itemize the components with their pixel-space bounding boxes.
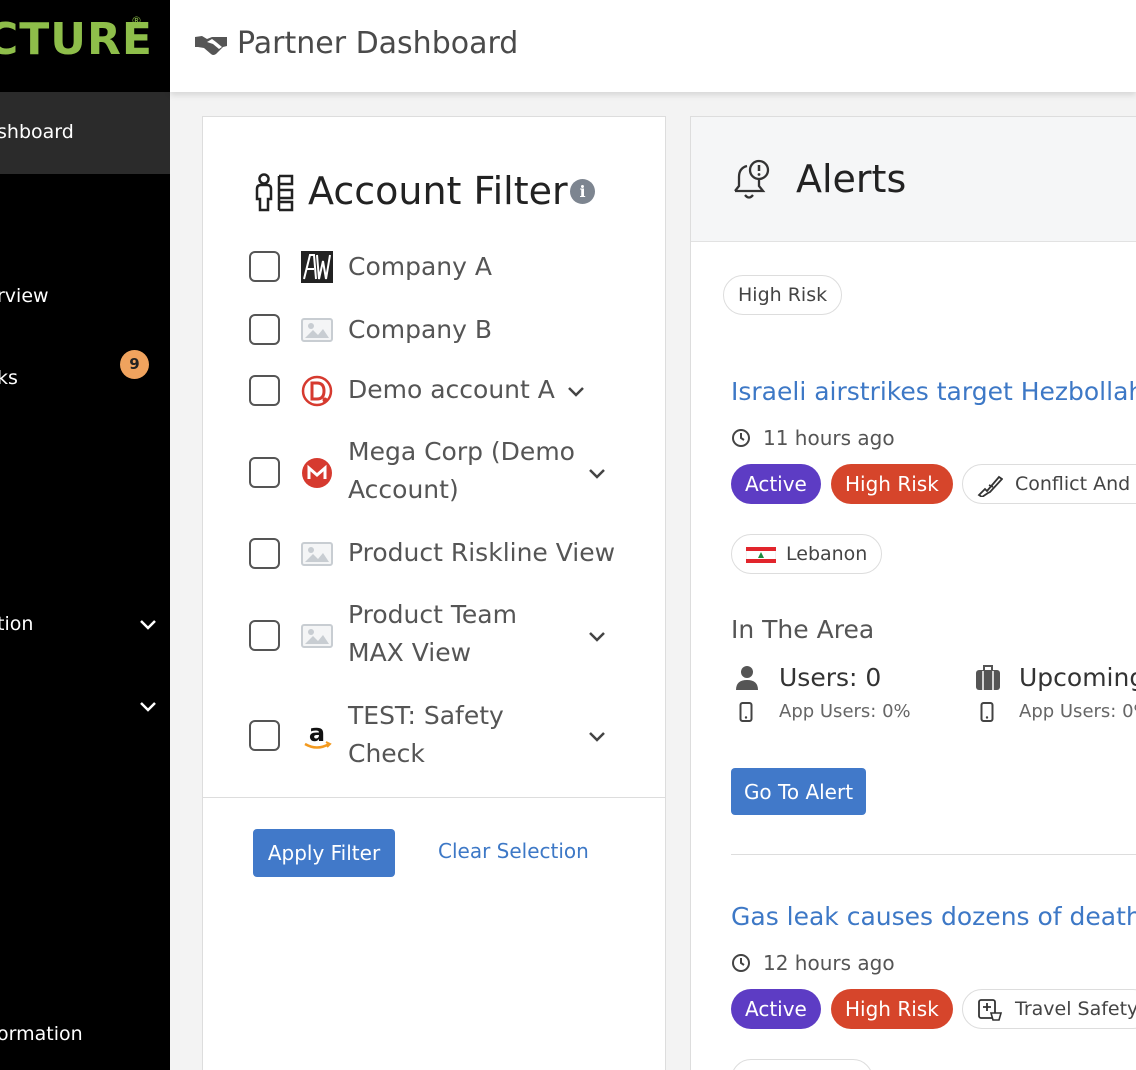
travel-safety-icon <box>978 999 1003 1021</box>
status-badge: Active <box>731 464 821 504</box>
alerts-panel: Alerts High Risk Israeli airstrikes targ… <box>690 116 1136 1070</box>
country-label: Lebanon <box>786 543 868 565</box>
alert-time: 11 hours ago <box>763 426 895 450</box>
clock-icon <box>732 429 750 447</box>
account-filter-panel: Account Filter i Company A Company B Dem… <box>202 116 666 1070</box>
amazon-logo: a <box>304 720 332 749</box>
alerts-title: Alerts <box>796 157 907 201</box>
risk-badge: High Risk <box>831 464 953 504</box>
handshake-icon <box>195 36 227 55</box>
account-checkbox[interactable] <box>249 720 280 751</box>
account-label: Product Team MAX View <box>348 600 517 667</box>
rifle-icon <box>977 475 1003 497</box>
account-item-company-a[interactable]: Company A <box>249 248 649 286</box>
account-label: Company B <box>348 315 493 344</box>
country-pill <box>731 1059 873 1070</box>
risk-badge: High Risk <box>831 989 953 1029</box>
sidebar-item-label: shboard <box>0 121 74 143</box>
filter-divider <box>203 797 665 798</box>
image-placeholder-icon <box>301 542 333 566</box>
sidebar-item-location[interactable]: tion <box>0 613 33 635</box>
aw-logo <box>301 251 333 283</box>
chevron-down-icon[interactable] <box>137 695 159 717</box>
account-item-product-riskline-view[interactable]: Product Riskline View <box>249 534 649 572</box>
info-icon[interactable]: i <box>570 179 595 204</box>
apply-filter-button[interactable]: Apply Filter <box>253 829 395 877</box>
chevron-down-icon[interactable] <box>565 380 587 402</box>
account-hierarchy-icon <box>255 173 294 212</box>
chevron-down-icon[interactable] <box>586 725 608 747</box>
alerts-header: Alerts <box>691 117 1136 242</box>
account-item-demo-account-a[interactable]: Demo account A <box>249 371 649 409</box>
category-label: Travel Safety <box>1015 998 1136 1020</box>
account-label: Company A <box>348 252 492 281</box>
sidebar: CTURE ® shboard rview ks 9 tion ormation <box>0 0 170 1070</box>
alert-time-row: 12 hours ago <box>731 951 895 975</box>
account-item-test-safety-check[interactable]: a TEST: Safety Check <box>249 697 649 775</box>
lebanon-flag-icon <box>746 547 776 563</box>
account-checkbox[interactable] <box>249 538 280 569</box>
registered-mark: ® <box>131 14 142 27</box>
top-header: Partner Dashboard <box>170 0 1136 92</box>
alert-title-link[interactable]: Gas leak causes dozens of deaths <box>731 902 1136 931</box>
category-pill: Conflict And T <box>962 464 1136 504</box>
notification-count-badge: 9 <box>120 350 149 379</box>
clock-icon <box>732 954 750 972</box>
account-label: TEST: Safety Check <box>348 701 504 768</box>
account-checkbox[interactable] <box>249 251 280 282</box>
chevron-down-icon[interactable] <box>586 462 608 484</box>
image-placeholder-icon <box>301 318 333 342</box>
account-label: Demo account A <box>348 375 555 404</box>
alert-divider <box>731 854 1136 855</box>
bell-alert-icon <box>734 159 770 199</box>
upcoming-app-percent: App Users: 0% <box>1019 701 1136 722</box>
users-app-percent: App Users: 0% <box>779 701 911 722</box>
status-badge: Active <box>731 989 821 1029</box>
upcoming-count: Upcoming <box>1019 663 1136 692</box>
page-title: Partner Dashboard <box>237 26 519 61</box>
account-checkbox[interactable] <box>249 457 280 488</box>
in-the-area-title: In The Area <box>731 615 875 644</box>
sidebar-item-tasks[interactable]: ks <box>0 367 18 389</box>
account-label: Product Riskline View <box>348 538 616 567</box>
account-checkbox[interactable] <box>249 375 280 406</box>
filter-tag-high-risk[interactable]: High Risk <box>723 275 843 315</box>
logo-bar: CTURE ® <box>0 0 170 92</box>
category-label: Conflict And T <box>1015 473 1136 495</box>
user-icon <box>736 666 758 690</box>
country-pill: Lebanon <box>731 534 883 574</box>
chevron-down-icon[interactable] <box>137 613 159 635</box>
mobile-icon <box>739 702 753 722</box>
clear-selection-link[interactable]: Clear Selection <box>438 839 589 863</box>
filter-title: Account Filter <box>308 169 568 213</box>
account-checkbox[interactable] <box>249 620 280 651</box>
users-count: Users: 0 <box>779 663 882 692</box>
image-placeholder-icon <box>301 624 333 648</box>
account-item-product-team-max-view[interactable]: Product Team MAX View <box>249 596 649 674</box>
alert-time: 12 hours ago <box>763 951 895 975</box>
account-item-company-b[interactable]: Company B <box>249 311 649 349</box>
d-logo <box>301 375 333 407</box>
account-checkbox[interactable] <box>249 314 280 345</box>
category-pill: Travel Safety <box>962 989 1136 1029</box>
m-logo <box>302 458 332 488</box>
mobile-icon <box>980 702 994 722</box>
sidebar-item-dashboard[interactable]: shboard <box>0 92 170 174</box>
alert-time-row: 11 hours ago <box>731 426 895 450</box>
alert-title-link[interactable]: Israeli airstrikes target Hezbollah <box>731 377 1136 406</box>
go-to-alert-button[interactable]: Go To Alert <box>731 768 866 815</box>
account-label: Mega Corp (Demo Account) <box>348 437 575 504</box>
account-item-mega-corp[interactable]: Mega Corp (Demo Account) <box>249 433 649 511</box>
sidebar-item-information[interactable]: ormation <box>0 1023 83 1045</box>
luggage-icon <box>976 665 1000 690</box>
sidebar-item-overview[interactable]: rview <box>0 285 49 307</box>
chevron-down-icon[interactable] <box>586 625 608 647</box>
svg-text:a: a <box>309 720 325 747</box>
